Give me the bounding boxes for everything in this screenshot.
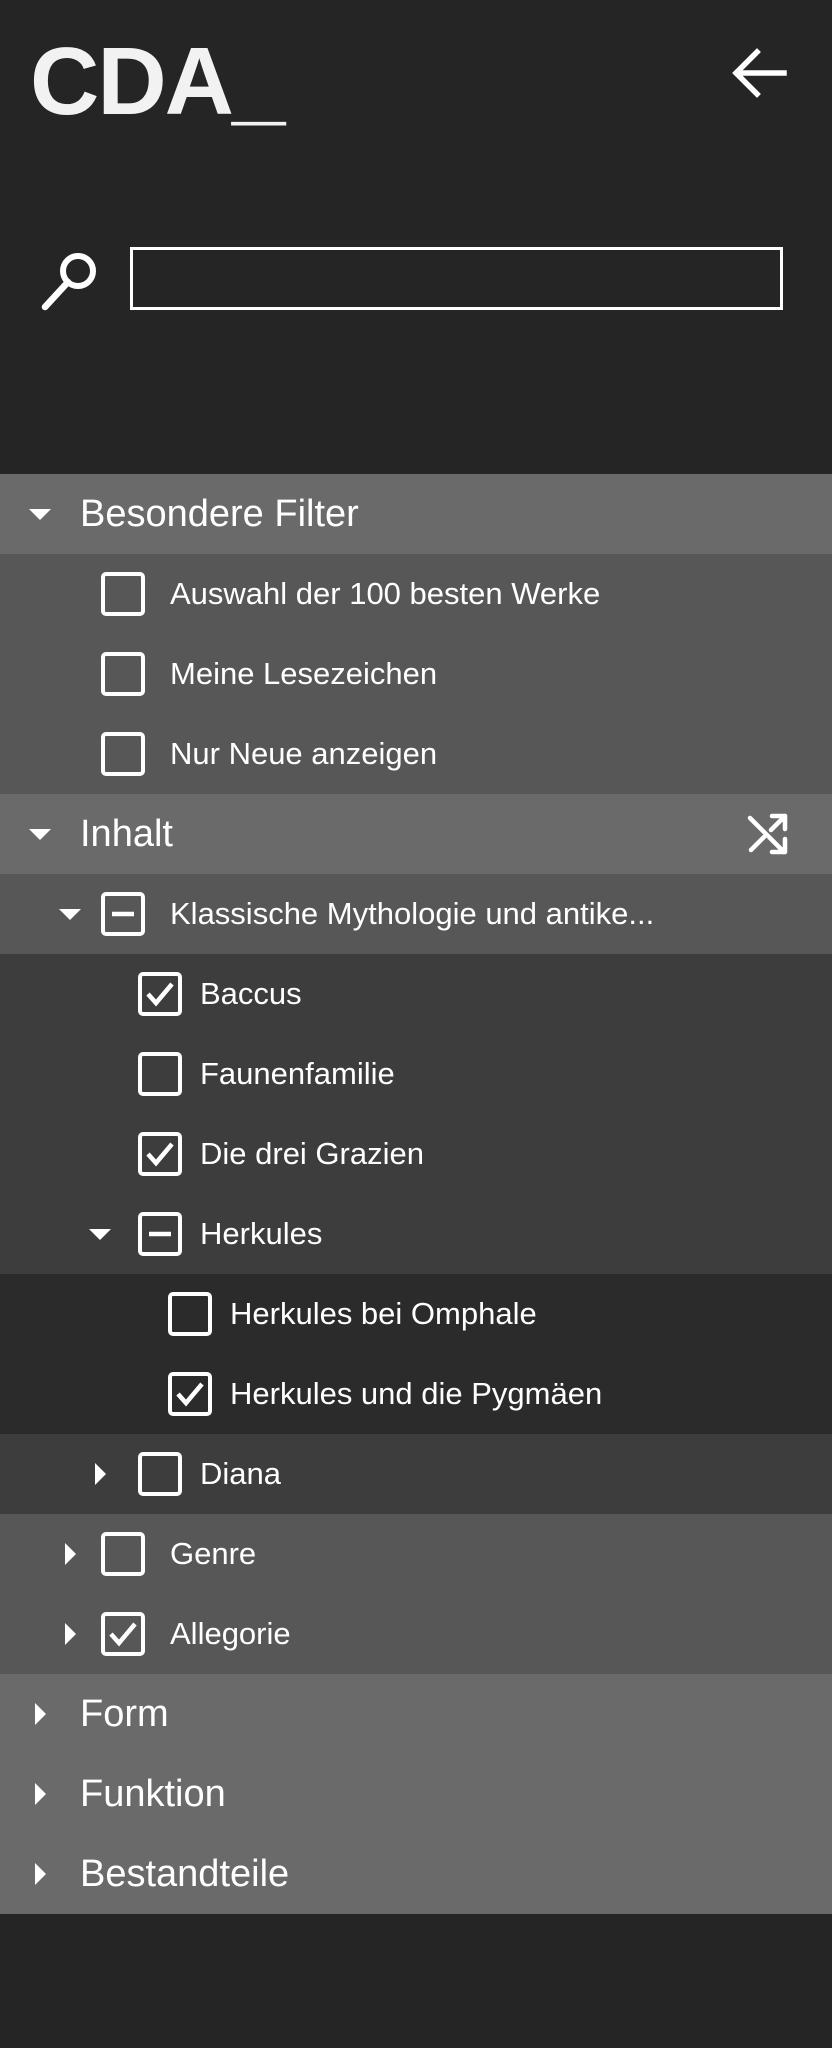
- tree-node-label: Genre: [170, 1536, 257, 1571]
- checkbox-checked-icon[interactable]: [101, 1612, 145, 1656]
- arrow-left-icon: [732, 48, 787, 98]
- section-title: Bestandteile: [80, 1853, 290, 1895]
- tree-node-herkules-omphale[interactable]: Herkules bei Omphale: [0, 1274, 832, 1354]
- tree-node-label: Faunenfamilie: [200, 1056, 395, 1091]
- tree-node-faunenfamilie[interactable]: Faunenfamilie: [0, 1034, 832, 1114]
- filter-tree: Besondere Filter Auswahl der 100 besten …: [0, 474, 832, 1914]
- checkbox-checked-icon[interactable]: [138, 972, 182, 1016]
- app-logo: CDA_: [30, 28, 285, 135]
- checkbox-indeterminate-icon[interactable]: [138, 1212, 182, 1256]
- tree-node-herkules[interactable]: Herkules: [0, 1194, 832, 1274]
- section-parts[interactable]: Bestandteile: [0, 1834, 832, 1914]
- chevron-down-icon[interactable]: [82, 1194, 118, 1274]
- checkbox-unchecked-icon[interactable]: [101, 732, 145, 776]
- checkbox-unchecked-icon[interactable]: [101, 1532, 145, 1576]
- tree-node-label: Allegorie: [170, 1616, 291, 1651]
- tree-node-genre[interactable]: Genre: [0, 1514, 832, 1594]
- tree-node-label: Baccus: [200, 976, 302, 1011]
- checkbox-unchecked-icon[interactable]: [101, 652, 145, 696]
- filter-item-new-only[interactable]: Nur Neue anzeigen: [0, 714, 832, 794]
- tree-node-label: Herkules: [200, 1216, 323, 1251]
- tree-node-label: Herkules und die Pygmäen: [230, 1376, 603, 1411]
- chevron-right-icon[interactable]: [52, 1514, 88, 1594]
- tree-node-mythology[interactable]: Klassische Mythologie und antike...: [0, 874, 832, 954]
- tree-node-label: Herkules bei Omphale: [230, 1296, 537, 1331]
- filter-item-label: Auswahl der 100 besten Werke: [170, 576, 601, 611]
- tree-node-label: Klassische Mythologie und antike...: [170, 896, 655, 931]
- tree-node-grazien[interactable]: Die drei Grazien: [0, 1114, 832, 1194]
- section-title: Form: [80, 1693, 169, 1735]
- checkbox-unchecked-icon[interactable]: [138, 1052, 182, 1096]
- tree-node-label: Diana: [200, 1456, 281, 1491]
- shuffle-icon[interactable]: [744, 810, 792, 858]
- tree-node-allegorie[interactable]: Allegorie: [0, 1594, 832, 1674]
- tree-node-baccus[interactable]: Baccus: [0, 954, 832, 1034]
- filter-item-label: Meine Lesezeichen: [170, 656, 438, 691]
- chevron-right-icon: [22, 1754, 58, 1834]
- section-title: Besondere Filter: [80, 493, 359, 535]
- back-button[interactable]: [726, 40, 792, 106]
- section-content[interactable]: Inhalt: [0, 794, 832, 874]
- search-input[interactable]: [130, 247, 783, 310]
- section-title: Inhalt: [80, 813, 173, 855]
- checkbox-checked-icon[interactable]: [138, 1132, 182, 1176]
- search-icon: [36, 246, 102, 312]
- tree-node-diana[interactable]: Diana: [0, 1434, 832, 1514]
- checkbox-unchecked-icon[interactable]: [101, 572, 145, 616]
- filter-item-label: Nur Neue anzeigen: [170, 736, 438, 771]
- checkbox-unchecked-icon[interactable]: [168, 1292, 212, 1336]
- section-special-filters[interactable]: Besondere Filter: [0, 474, 832, 554]
- chevron-right-icon: [22, 1674, 58, 1754]
- checkbox-checked-icon[interactable]: [168, 1372, 212, 1416]
- checkbox-unchecked-icon[interactable]: [138, 1452, 182, 1496]
- chevron-right-icon[interactable]: [82, 1434, 118, 1514]
- tree-node-label: Die drei Grazien: [200, 1136, 424, 1171]
- section-function[interactable]: Funktion: [0, 1754, 832, 1834]
- filter-panel: CDA_ Besondere Filter Auswahl der 100 be…: [0, 0, 832, 2048]
- tree-node-herkules-pygmaeen[interactable]: Herkules und die Pygmäen: [0, 1354, 832, 1434]
- section-title: Funktion: [80, 1773, 226, 1815]
- chevron-down-icon: [22, 794, 58, 874]
- filter-item-bookmarks[interactable]: Meine Lesezeichen: [0, 634, 832, 714]
- chevron-right-icon[interactable]: [52, 1594, 88, 1674]
- chevron-down-icon[interactable]: [52, 874, 88, 954]
- chevron-right-icon: [22, 1834, 58, 1914]
- checkbox-indeterminate-icon[interactable]: [101, 892, 145, 936]
- chevron-down-icon: [22, 474, 58, 554]
- filter-item-best-100[interactable]: Auswahl der 100 besten Werke: [0, 554, 832, 634]
- section-form[interactable]: Form: [0, 1674, 832, 1754]
